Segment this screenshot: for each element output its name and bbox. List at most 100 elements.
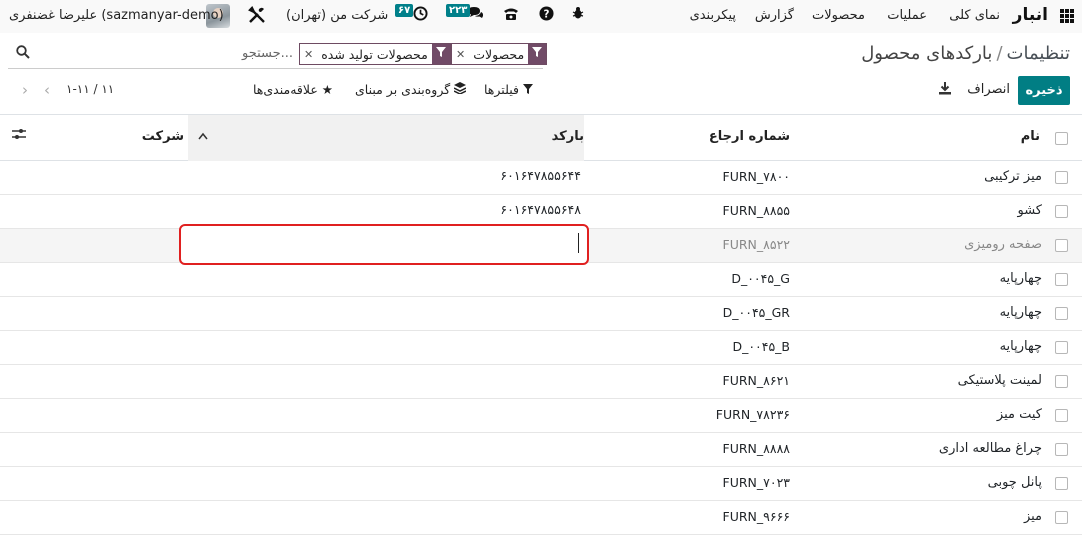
row-checkbox[interactable] (1055, 205, 1068, 218)
cell-name[interactable]: چهارپایه (1000, 339, 1042, 354)
column-header-barcode[interactable]: بارکد (552, 129, 584, 144)
table-row[interactable]: چراغ مطالعه اداری FURN_۸۸۸۸ (0, 433, 1082, 467)
menu-overview[interactable]: نمای کلی (949, 8, 1000, 23)
search-icon[interactable] (16, 45, 30, 63)
activity-badge: ۶۷ (395, 4, 414, 17)
column-header-name[interactable]: نام (1021, 129, 1040, 144)
close-icon[interactable]: ✕ (452, 48, 469, 61)
page-title: بارکدهای محصول (861, 43, 993, 64)
cell-name[interactable]: کیت میز (997, 407, 1042, 422)
discard-button[interactable]: انصراف (967, 82, 1010, 97)
menu-operations[interactable]: عملیات (887, 8, 927, 23)
filters-label: فیلترها (484, 82, 519, 97)
select-all-checkbox[interactable] (1055, 132, 1068, 145)
cell-reference[interactable]: D_۰۰۴۵_G (700, 271, 790, 286)
clock-icon[interactable] (411, 6, 429, 26)
search-facet-products[interactable]: محصولات ✕ (451, 43, 548, 65)
pager-value[interactable]: ۱-۱۱ / ۱۱ (66, 82, 114, 96)
group-by-label: گروه‌بندی بر مبنای (355, 82, 451, 97)
menu-reporting[interactable]: گزارش (755, 8, 794, 23)
cell-reference[interactable]: FURN_۸۸۸۸ (700, 441, 790, 456)
group-by-button[interactable]: گروه‌بندی بر مبنای (355, 82, 467, 97)
cell-barcode[interactable]: ۶۰۱۶۴۷۸۵۵۶۴۸ (420, 202, 581, 217)
row-checkbox[interactable] (1055, 477, 1068, 490)
help-icon[interactable]: ? (537, 6, 555, 26)
layers-icon (453, 82, 467, 97)
cell-name[interactable]: میز ترکیبی (984, 169, 1042, 184)
tools-icon[interactable] (248, 6, 266, 26)
svg-text:?: ? (543, 8, 549, 20)
pager-previous-icon[interactable]: ‹ (44, 81, 50, 99)
menu-products[interactable]: محصولات (812, 8, 865, 23)
cell-reference[interactable]: FURN_۷۸۰۰ (700, 169, 790, 184)
cell-name[interactable]: پانل چوبی (988, 475, 1042, 490)
phone-icon[interactable] (502, 6, 520, 26)
column-header-company[interactable]: شرکت (142, 129, 184, 144)
company-switcher[interactable]: شرکت من (تهران) (286, 8, 388, 23)
search-bar[interactable]: محصولات ✕ محصولات تولید شده ✕ جستجو... (8, 41, 548, 69)
cell-reference[interactable]: FURN_۷۰۲۳ (700, 475, 790, 490)
text-caret (578, 233, 579, 253)
table-row[interactable]: کیت میز FURN_۷۸۲۳۶ (0, 399, 1082, 433)
table-header: نام شماره ارجاع بارکد شرکت (0, 114, 1082, 161)
user-menu[interactable]: علیرضا غضنفری (sazmanyar-demo) (9, 8, 224, 23)
breadcrumb-parent[interactable]: تنظیمات (1007, 43, 1070, 64)
filters-button[interactable]: فیلترها (484, 82, 533, 97)
cell-name[interactable]: صفحه رومیزی (964, 237, 1042, 252)
favorites-button[interactable]: علاقه‌مندی‌ها ★ (253, 82, 333, 97)
barcode-input[interactable] (179, 224, 589, 265)
table-row[interactable]: میز ترکیبی FURN_۷۸۰۰ ۶۰۱۶۴۷۸۵۵۶۴۴ (0, 161, 1082, 195)
table-row[interactable]: میز FURN_۹۶۶۶ (0, 501, 1082, 535)
cell-name[interactable]: چهارپایه (1000, 271, 1042, 286)
table-row[interactable]: چهارپایه D_۰۰۴۵_B (0, 331, 1082, 365)
save-button[interactable]: ذخیره (1018, 76, 1070, 105)
cell-reference[interactable]: FURN_۸۶۲۱ (700, 373, 790, 388)
bug-icon[interactable] (569, 6, 587, 26)
row-checkbox[interactable] (1055, 171, 1068, 184)
filter-icon (522, 82, 533, 97)
cell-name[interactable]: چراغ مطالعه اداری (939, 441, 1042, 456)
cell-reference[interactable]: FURN_۹۶۶۶ (700, 509, 790, 524)
menu-configuration[interactable]: پیکربندی (690, 8, 736, 23)
star-icon: ★ (321, 82, 334, 97)
facet-label: محصولات (473, 46, 525, 62)
table-row[interactable]: چهارپایه D_۰۰۴۵_G (0, 263, 1082, 297)
download-icon[interactable] (938, 81, 952, 99)
column-header-reference[interactable]: شماره ارجاع (709, 129, 790, 144)
row-checkbox[interactable] (1055, 409, 1068, 422)
apps-grid-icon[interactable] (1060, 9, 1074, 23)
app-name[interactable]: انبار (1013, 5, 1048, 25)
table-row[interactable]: پانل چوبی FURN_۷۰۲۳ (0, 467, 1082, 501)
breadcrumb-separator: / (996, 43, 1003, 64)
cell-reference[interactable]: D_۰۰۴۵_GR (700, 305, 790, 320)
search-facet-manufactured[interactable]: محصولات تولید شده ✕ (299, 43, 451, 65)
row-checkbox[interactable] (1055, 273, 1068, 286)
sliders-icon[interactable] (12, 128, 26, 144)
cell-reference[interactable]: FURN_۸۸۵۵ (700, 203, 790, 218)
row-checkbox[interactable] (1055, 375, 1068, 388)
filter-icon (528, 44, 547, 64)
close-icon[interactable]: ✕ (300, 48, 317, 61)
row-checkbox[interactable] (1055, 307, 1068, 320)
row-checkbox[interactable] (1055, 341, 1068, 354)
facet-label: محصولات تولید شده (321, 46, 428, 62)
cell-name[interactable]: کشو (1017, 203, 1042, 218)
row-checkbox[interactable] (1055, 443, 1068, 456)
cell-barcode[interactable]: ۶۰۱۶۴۷۸۵۵۶۴۴ (420, 168, 581, 183)
row-checkbox[interactable] (1055, 239, 1068, 252)
row-checkbox[interactable] (1055, 511, 1068, 524)
favorites-label: علاقه‌مندی‌ها (253, 82, 318, 97)
cell-name[interactable]: چهارپایه (1000, 305, 1042, 320)
cell-name[interactable]: لمینت پلاستیکی (958, 373, 1042, 388)
table-row-editing[interactable]: صفحه رومیزی FURN_۸۵۲۲ (0, 224, 1082, 265)
table-row[interactable]: لمینت پلاستیکی FURN_۸۶۲۱ (0, 365, 1082, 399)
cell-reference[interactable]: FURN_۸۵۲۲ (700, 237, 790, 252)
chevron-up-icon[interactable] (198, 129, 208, 143)
messages-badge: ۲۲۳ (446, 4, 471, 17)
search-input[interactable]: جستجو... (242, 46, 293, 61)
pager-next-icon[interactable]: › (22, 81, 28, 99)
cell-reference[interactable]: D_۰۰۴۵_B (700, 339, 790, 354)
cell-name[interactable]: میز (1024, 509, 1042, 524)
table-row[interactable]: چهارپایه D_۰۰۴۵_GR (0, 297, 1082, 331)
cell-reference[interactable]: FURN_۷۸۲۳۶ (700, 407, 790, 422)
